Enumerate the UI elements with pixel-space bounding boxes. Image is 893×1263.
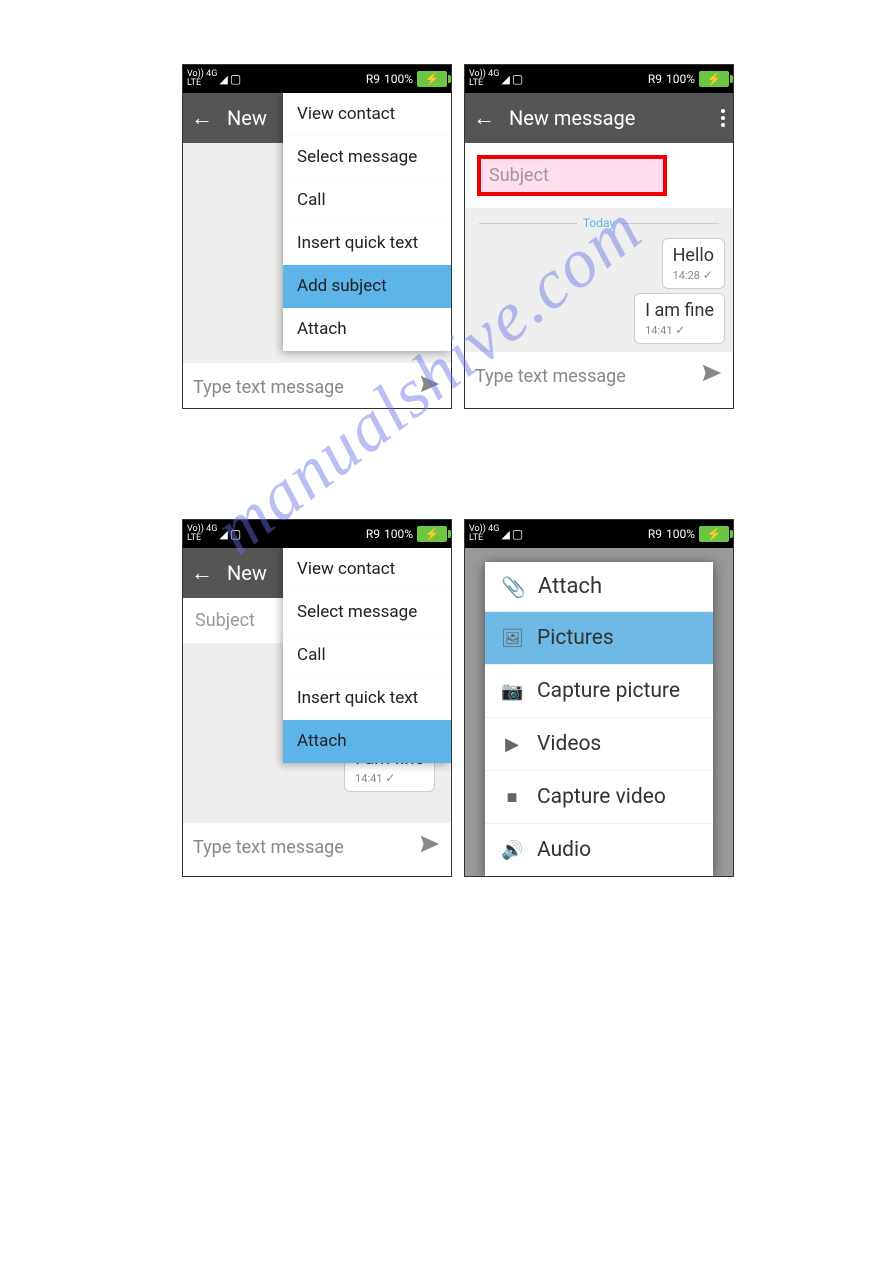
app-bar: ← New message: [465, 93, 733, 143]
check-icon: ✓: [703, 268, 713, 282]
battery-percent: 100%: [666, 72, 695, 86]
message-input-row: Type text message: [465, 352, 733, 400]
menu-insert-quick-text[interactable]: Insert quick text: [283, 222, 451, 265]
send-button[interactable]: [419, 833, 441, 861]
menu-view-contact[interactable]: View contact: [283, 93, 451, 136]
message-input[interactable]: Type text message: [475, 366, 626, 387]
message-bubble[interactable]: I am fine 14:41 ✓: [634, 293, 725, 344]
check-icon: ✓: [385, 771, 395, 785]
attach-capture-video[interactable]: ■ Capture video: [485, 770, 713, 823]
photo-icon: ▢: [230, 527, 241, 541]
videocam-icon: ■: [501, 787, 523, 808]
battery-icon: ⚡: [699, 526, 729, 542]
send-button[interactable]: [419, 373, 441, 401]
screenshot-3-menu-attach: Vo)) 4GLTE ◢ ▢ R9 100% ⚡ ← New Subject: [182, 519, 452, 877]
attach-dialog: 📎 Attach 🖼 Pictures 📷 Capture picture ▶ …: [485, 562, 713, 876]
menu-select-message[interactable]: Select message: [283, 136, 451, 179]
status-bar: Vo)) 4GLTE ◢ ▢ R9 100% ⚡: [465, 520, 733, 548]
menu-insert-quick-text[interactable]: Insert quick text: [283, 677, 451, 720]
screenshot-4-attach-dialog: Vo)) 4GLTE ◢ ▢ R9 100% ⚡ 📎 Attach 🖼: [464, 519, 734, 877]
battery-icon: ⚡: [417, 71, 447, 87]
paperclip-icon: 📎: [501, 575, 526, 599]
status-bar: Vo)) 4GLTE ◢ ▢ R9 100% ⚡: [183, 520, 451, 548]
message-bubble[interactable]: Hello 14:28 ✓: [662, 238, 725, 289]
roaming-indicator: R9: [648, 527, 662, 541]
camera-icon: 📷: [501, 681, 523, 702]
message-input[interactable]: Type text message: [193, 837, 344, 858]
signal-icon: ◢: [219, 73, 227, 86]
options-menu: View contact Select message Call Insert …: [283, 93, 451, 351]
roaming-indicator: R9: [648, 72, 662, 86]
menu-select-message[interactable]: Select message: [283, 591, 451, 634]
status-bar: Vo)) 4GLTE ◢ ▢ R9 100% ⚡: [465, 65, 733, 93]
back-button[interactable]: ←: [473, 105, 497, 131]
menu-view-contact[interactable]: View contact: [283, 548, 451, 591]
message-input[interactable]: Type text message: [193, 377, 344, 398]
more-options-button[interactable]: [721, 109, 725, 127]
menu-attach[interactable]: Attach: [283, 308, 451, 351]
attach-audio[interactable]: 🔊 Audio: [485, 823, 713, 876]
app-title: New message: [509, 106, 721, 130]
subject-input[interactable]: Subject: [195, 610, 255, 631]
subject-row: Subject: [465, 143, 733, 208]
roaming-indicator: R9: [366, 527, 380, 541]
send-button[interactable]: [701, 362, 723, 390]
signal-icon: ◢: [219, 528, 227, 541]
back-button[interactable]: ←: [191, 560, 215, 586]
message-input-row: Type text message: [183, 823, 451, 871]
attach-capture-picture[interactable]: 📷 Capture picture: [485, 664, 713, 717]
pictures-icon: 🖼: [501, 628, 523, 649]
status-bar: Vo)) 4GLTE ◢ ▢ R9 100% ⚡: [183, 65, 451, 93]
message-input-row: Type text message: [183, 363, 451, 409]
attach-dialog-title: 📎 Attach: [485, 562, 713, 611]
battery-icon: ⚡: [699, 71, 729, 87]
options-menu: View contact Select message Call Insert …: [283, 548, 451, 763]
menu-call[interactable]: Call: [283, 179, 451, 222]
audio-icon: 🔊: [501, 840, 523, 861]
menu-attach[interactable]: Attach: [283, 720, 451, 763]
roaming-indicator: R9: [366, 72, 380, 86]
battery-percent: 100%: [666, 527, 695, 541]
photo-icon: ▢: [512, 527, 523, 541]
signal-icon: ◢: [501, 73, 509, 86]
menu-add-subject[interactable]: Add subject: [283, 265, 451, 308]
subject-input-highlighted[interactable]: Subject: [477, 155, 667, 196]
chat-area: Today Hello 14:28 ✓ I am fine 14:41 ✓: [465, 208, 733, 352]
battery-percent: 100%: [384, 527, 413, 541]
signal-icon: ◢: [501, 528, 509, 541]
photo-icon: ▢: [230, 72, 241, 86]
battery-icon: ⚡: [417, 526, 447, 542]
date-separator: Today: [473, 216, 725, 230]
video-play-icon: ▶: [501, 734, 523, 755]
screenshot-2-subject-field: Vo)) 4GLTE ◢ ▢ R9 100% ⚡ ← New message: [464, 64, 734, 409]
screenshot-1-menu-add-subject: Vo)) 4GLTE ◢ ▢ R9 100% ⚡ ← New 14:41 ✓: [182, 64, 452, 409]
photo-icon: ▢: [512, 72, 523, 86]
attach-videos[interactable]: ▶ Videos: [485, 717, 713, 770]
check-icon: ✓: [675, 323, 685, 337]
battery-percent: 100%: [384, 72, 413, 86]
menu-call[interactable]: Call: [283, 634, 451, 677]
back-button[interactable]: ←: [191, 105, 215, 131]
attach-pictures[interactable]: 🖼 Pictures: [485, 611, 713, 664]
